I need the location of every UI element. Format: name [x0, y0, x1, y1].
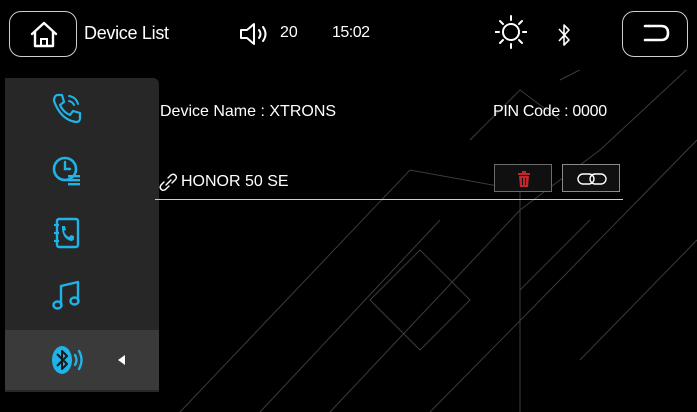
phone-icon	[52, 93, 82, 124]
sidebar-item-music[interactable]	[5, 266, 159, 326]
volume-icon[interactable]	[239, 22, 275, 46]
back-button[interactable]	[622, 11, 688, 57]
active-indicator-icon	[118, 355, 125, 365]
connect-device-button[interactable]	[562, 164, 620, 192]
music-icon	[52, 280, 80, 310]
sidebar-item-bluetooth-audio[interactable]	[5, 330, 159, 390]
divider	[155, 199, 623, 200]
trash-icon	[518, 171, 530, 187]
bluetooth-audio-icon	[52, 346, 83, 374]
link-icon	[159, 173, 178, 192]
chain-link-icon	[577, 173, 607, 185]
back-icon	[643, 24, 670, 42]
sidebar	[5, 78, 159, 392]
top-bar: Device List 20 15:02	[0, 0, 697, 70]
brightness-icon[interactable]	[495, 15, 527, 49]
home-icon	[30, 21, 58, 48]
sidebar-item-call-log[interactable]	[5, 141, 159, 201]
pin-code: PIN Code : 0000	[493, 103, 607, 120]
volume-level: 20	[280, 24, 298, 41]
sidebar-item-contacts[interactable]	[5, 203, 159, 263]
contacts-icon	[54, 217, 80, 249]
device-name: Device Name : XTRONS	[160, 103, 337, 120]
clock: 15:02	[332, 24, 370, 41]
page-title: Device List	[84, 23, 169, 43]
call-log-icon	[52, 156, 80, 186]
delete-device-button[interactable]	[494, 164, 552, 192]
home-button[interactable]	[9, 11, 77, 57]
sidebar-item-phone[interactable]	[5, 78, 159, 138]
paired-device-name[interactable]: HONOR 50 SE	[181, 173, 289, 191]
bluetooth-icon[interactable]	[556, 22, 572, 48]
